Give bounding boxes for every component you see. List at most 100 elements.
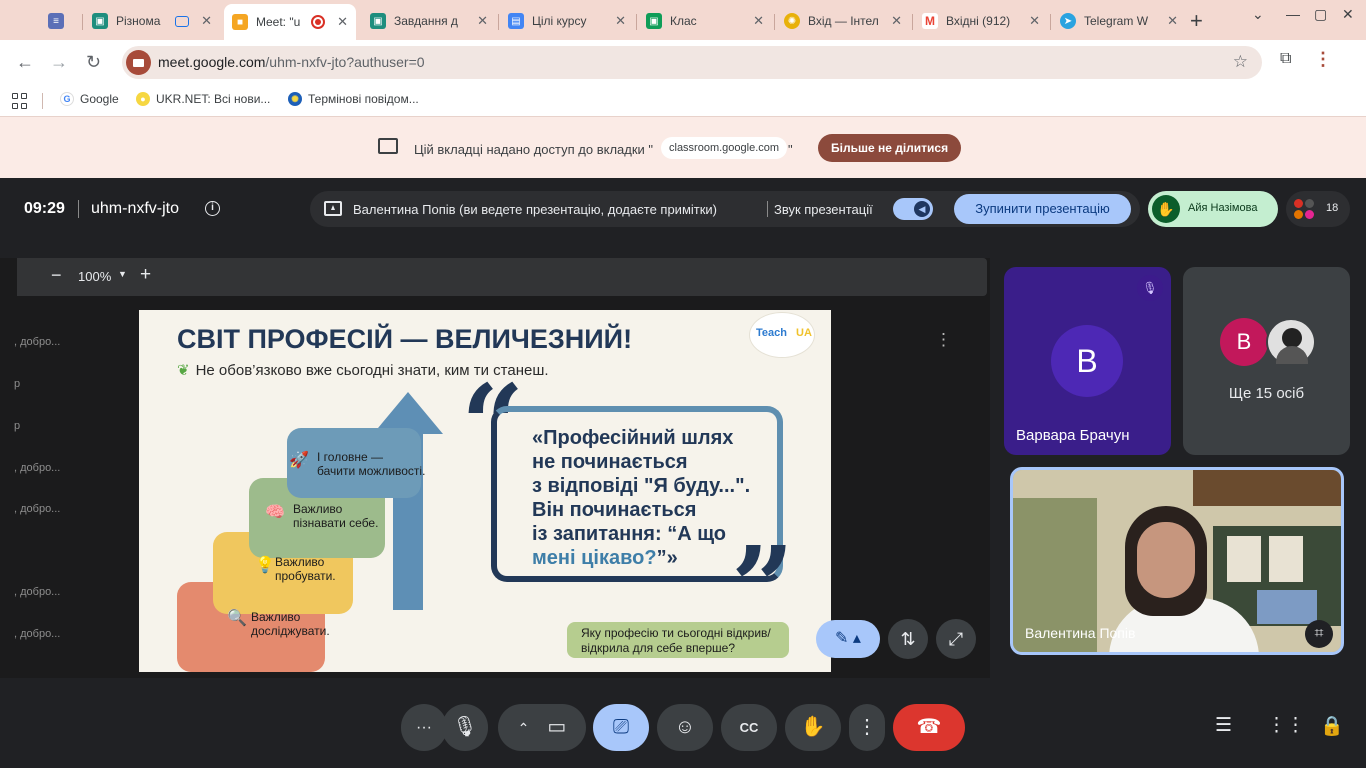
participant-tile-varvara[interactable]: 🎙 В Варвара Брачун — [1004, 267, 1171, 455]
bookmark-google[interactable]: G Google — [60, 92, 119, 106]
reload-icon[interactable]: ↻ — [86, 52, 101, 73]
camera-button[interactable]: ⌃ ▭ — [498, 704, 586, 751]
forward-icon[interactable]: → — [50, 52, 68, 73]
forms-icon: ▤ — [508, 13, 524, 29]
share-banner-text: Цій вкладці надано доступ до вкладки " — [414, 142, 654, 157]
avatar: В — [1220, 318, 1268, 366]
meeting-info-icon[interactable]: i — [205, 201, 220, 216]
chat-icon[interactable]: ☰ — [1215, 714, 1232, 737]
zoom-out-button[interactable]: − — [51, 265, 62, 286]
close-icon[interactable]: ✕ — [615, 13, 626, 29]
layers-icon: ≡ — [48, 13, 64, 29]
presentation-sound-toggle[interactable]: ◀ — [893, 198, 933, 220]
more-participants-label: Ще 15 осіб — [1228, 385, 1305, 402]
tab-search-icon[interactable]: ⌄ — [1252, 6, 1264, 23]
leave-call-button[interactable]: ☎ — [893, 704, 965, 751]
bookmark-terminovi[interactable]: ✺ Термінові повідом... — [288, 92, 419, 106]
close-icon[interactable]: ✕ — [1167, 13, 1178, 29]
captions-button[interactable]: CC — [721, 704, 777, 751]
tab-zavdannya[interactable]: ▣ Завдання д ✕ — [362, 6, 496, 36]
more-options-icon[interactable]: ⋮ — [935, 330, 952, 350]
doc-comment-snippet: , добро... — [14, 628, 61, 640]
presentation-slide: СВІТ ПРОФЕСІЙ — ВЕЛИЧЕЗНИЙ! ❦ Не обов’язк… — [139, 310, 831, 672]
tab-vkhid[interactable]: ✺ Вхід — Інтел ✕ — [776, 6, 910, 36]
classroom-icon: ▣ — [646, 13, 662, 29]
classroom-icon: ▣ — [92, 13, 108, 29]
tab-telegram[interactable]: ➤ Telegram W ✕ — [1052, 6, 1186, 36]
close-icon[interactable]: ✕ — [1029, 13, 1040, 29]
stop-presenting-button[interactable]: Зупинити презентацію — [954, 194, 1131, 224]
stop-sharing-button[interactable]: Більше не ділитися — [818, 134, 962, 162]
participants-chip[interactable]: 18 — [1286, 191, 1350, 227]
present-now-button[interactable]: ⎚ — [593, 704, 649, 751]
crop-icon[interactable]: ⌗ — [1305, 620, 1333, 648]
tab-gmail[interactable]: M Вхідні (912) ✕ — [914, 6, 1048, 36]
magnifier-icon: 🔍 — [227, 610, 247, 627]
avatar: В — [1051, 325, 1123, 397]
doc-comment-snippet: , добро... — [14, 336, 61, 348]
close-window-icon[interactable]: ✕ — [1342, 6, 1354, 23]
tab-strip: ≡ ▣ Різнома ✕ ■ Meet: "u ✕ ▣ Завдання д … — [0, 0, 1366, 40]
ukrnet-icon: ● — [136, 92, 150, 106]
avatar — [1266, 318, 1316, 366]
back-icon[interactable]: ← — [16, 52, 34, 73]
apps-icon[interactable] — [12, 93, 28, 109]
meeting-code: uhm-nxfv-jto — [91, 200, 180, 217]
mic-off-icon: 🎙 — [1137, 275, 1163, 301]
step-label: Важливо пізнавати себе. — [293, 502, 379, 530]
close-icon[interactable]: ✕ — [477, 13, 488, 29]
self-video-tile[interactable]: Валентина Попів ⌗ — [1010, 467, 1344, 655]
speaker-icon: ◀ — [914, 201, 930, 217]
close-icon[interactable]: ✕ — [201, 13, 212, 29]
tab-pinned[interactable]: ≡ — [40, 6, 80, 36]
microphone-button[interactable]: 🎙 — [442, 704, 488, 751]
zoom-in-button[interactable]: + — [140, 264, 151, 286]
maximize-icon[interactable]: ▢ — [1314, 6, 1327, 23]
fullscreen-icon[interactable]: ⤢ — [936, 619, 976, 659]
raised-hand-chip[interactable]: ✋ Айя Назімова — [1148, 191, 1278, 227]
teachua-logo: Teach UA — [749, 312, 815, 358]
document-toolbar: − 100% ▼ + — [17, 258, 987, 296]
share-banner-quote: " — [788, 142, 793, 157]
quote-text: «Професійний шлях не починається з відпо… — [532, 427, 751, 569]
address-bar[interactable]: meet.google.com/uhm-nxfv-jto?authuser=0 … — [122, 46, 1262, 79]
more-options-button[interactable]: ⋮ — [849, 704, 885, 751]
host-controls-icon[interactable]: 🔒 — [1320, 714, 1344, 738]
close-icon[interactable]: ✕ — [891, 13, 902, 29]
tab-tsili-kursu[interactable]: ▤ Цілі курсу ✕ — [500, 6, 634, 36]
meet-app: 09:29 uhm-nxfv-jto i Валентина Попів (ви… — [0, 178, 1366, 768]
classroom-icon: ▣ — [370, 13, 386, 29]
browser-menu-icon[interactable]: ⋮ — [1314, 49, 1332, 70]
tab-riznoma[interactable]: ▣ Різнома ✕ — [84, 6, 220, 36]
url-text[interactable]: meet.google.com/uhm-nxfv-jto?authuser=0 — [158, 54, 425, 70]
lightbulb-icon: 💡 — [255, 557, 275, 574]
tab-meet[interactable]: ■ Meet: "u ✕ — [224, 4, 356, 40]
minimize-icon[interactable]: — — [1286, 6, 1300, 22]
step-label: Важливо досліджувати. — [251, 610, 330, 638]
present-icon — [324, 201, 342, 216]
participant-tile-more[interactable]: В Ще 15 осіб — [1183, 267, 1350, 455]
bookmark-ukrnet[interactable]: ● UKR.NET: Всі нови... — [136, 92, 270, 106]
chevron-down-icon[interactable]: ▼ — [118, 269, 127, 279]
doc-comment-snippet: , добро... — [14, 586, 61, 598]
new-tab-button[interactable]: + — [1190, 8, 1203, 34]
raise-hand-button[interactable]: ✋ — [785, 704, 841, 751]
extensions-icon[interactable]: ⧉ — [1280, 50, 1291, 68]
raised-hand-name: Айя Назімова — [1188, 202, 1258, 214]
site-info-icon[interactable] — [126, 50, 151, 75]
participant-name: Варвара Брачун — [1016, 427, 1130, 444]
emblem-icon: ✺ — [288, 92, 302, 106]
close-icon[interactable]: ✕ — [337, 14, 348, 30]
swap-icon[interactable]: ⇅ — [888, 619, 928, 659]
doc-comment-snippet: р — [14, 420, 21, 432]
bookmark-star-icon[interactable]: ☆ — [1233, 52, 1248, 72]
close-icon[interactable]: ✕ — [753, 13, 764, 29]
zoom-level[interactable]: 100% — [78, 269, 111, 284]
tab-klas[interactable]: ▣ Клас ✕ — [638, 6, 772, 36]
emoji-button[interactable]: ☺ — [657, 704, 713, 751]
more-actions-button[interactable]: ··· — [401, 704, 447, 751]
pointer-tool-button[interactable]: ✎ ▴ — [816, 620, 880, 658]
brain-icon: 🧠 — [265, 504, 285, 521]
activities-icon[interactable]: ⋮⋮ — [1267, 714, 1305, 737]
gmail-icon: M — [922, 13, 938, 29]
